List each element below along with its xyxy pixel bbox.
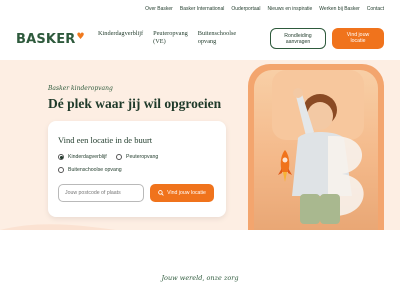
top-link-ouderportaal[interactable]: Ouderportaal	[231, 6, 260, 12]
hero-eyebrow: Basker kinderopvang	[48, 85, 113, 92]
find-location-header-button[interactable]: Vind jouw locatie	[332, 28, 384, 49]
top-link-nieuws[interactable]: Nieuws en inspiratie	[268, 6, 313, 12]
search-card-title: Vind een locatie in de buurt	[58, 135, 153, 145]
find-button-line2: locatie	[350, 38, 366, 44]
find-location-button-label: Vind jouw locatie	[167, 190, 206, 196]
nav-item-label: Buitenschoolse	[197, 30, 237, 37]
radio-option-buitenschoolse-opvang[interactable]: Buitenschoolse opvang	[58, 167, 122, 173]
find-location-button[interactable]: Vind jouw locatie	[150, 184, 214, 202]
nav-item-label: Kinderdagverblijf	[98, 30, 144, 37]
radio-label: Peuteropvang	[126, 154, 159, 160]
radio-button[interactable]	[58, 154, 64, 160]
tour-button-line2: aanvragen	[285, 39, 311, 45]
nav-item-peuteropvang[interactable]: Peuteropvang (VE)	[153, 30, 188, 45]
hero-title: Dé plek waar jij wil opgroeien	[48, 96, 222, 111]
top-link-over-basker[interactable]: Over Basker	[145, 6, 173, 12]
top-utility-bar: Over Basker Basker International Ouderpo…	[0, 0, 400, 18]
logo-text: BASKER	[16, 32, 76, 47]
nav-item-sublabel: (VE)	[153, 37, 166, 45]
nav-item-kinderdagverblijf[interactable]: Kinderdagverblijf	[98, 30, 143, 45]
top-link-werken-bij[interactable]: Werken bij Basker	[319, 6, 359, 12]
top-link-basker-international[interactable]: Basker International	[180, 6, 224, 12]
nav-item-label: Peuteropvang	[153, 30, 188, 37]
search-icon	[158, 190, 164, 196]
radio-button[interactable]	[58, 167, 64, 173]
child-illustration	[272, 70, 364, 224]
nav-item-buitenschoolse-opvang[interactable]: Buitenschoolse opvang	[198, 30, 236, 45]
tagline: Jouw wereld, onze zorg	[161, 274, 239, 282]
postcode-input[interactable]: Jouw postcode of plaats	[58, 184, 144, 202]
main-nav: Kinderdagverblijf Peuteropvang (VE) Buit…	[98, 30, 236, 45]
radio-button[interactable]	[116, 154, 122, 160]
rocket-icon	[278, 150, 292, 182]
logo[interactable]: BASKER♥	[16, 32, 85, 47]
tour-request-button[interactable]: Rondleiding aanvragen	[270, 28, 326, 49]
nav-item-sublabel: opvang	[197, 37, 217, 45]
top-link-contact[interactable]: Contact	[367, 6, 384, 12]
page: Over Basker Basker International Ouderpo…	[0, 0, 400, 300]
radio-label: Kinderdagverblijf	[68, 154, 107, 160]
heart-icon: ♥	[76, 32, 85, 42]
radio-option-peuteropvang[interactable]: Peuteropvang	[116, 154, 158, 160]
main-header: BASKER♥ Kinderdagverblijf Peuteropvang (…	[0, 18, 400, 60]
radio-option-kinderdagverblijf[interactable]: Kinderdagverblijf	[58, 154, 107, 160]
hero-bottom-area	[0, 230, 400, 300]
location-search-card: Vind een locatie in de buurt Kinderdagve…	[48, 121, 226, 217]
radio-label: Buitenschoolse opvang	[68, 167, 122, 173]
